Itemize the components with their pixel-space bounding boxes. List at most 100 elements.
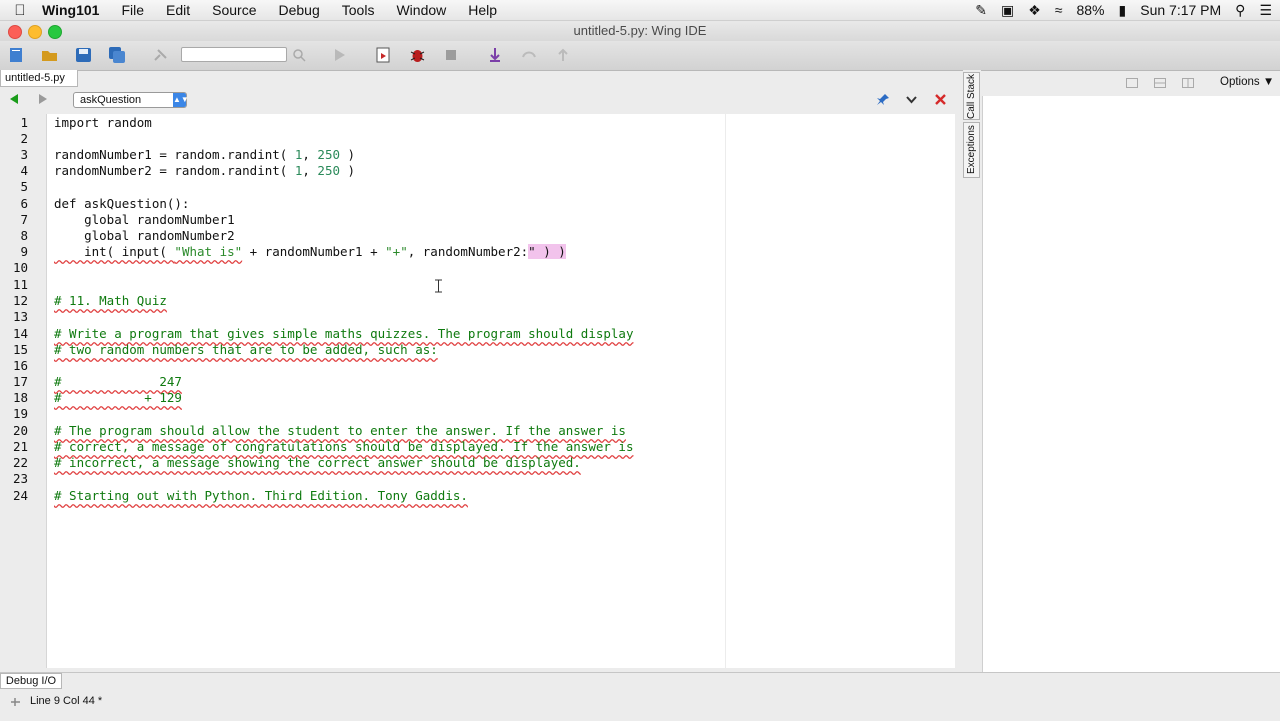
- save-all-icon[interactable]: [109, 47, 126, 63]
- save-icon[interactable]: [75, 47, 92, 63]
- line-number: 15: [12, 342, 28, 357]
- stop-icon[interactable]: [443, 47, 460, 63]
- step-out-icon[interactable]: [555, 47, 572, 63]
- wifi-icon[interactable]: ≈: [1055, 2, 1063, 18]
- code-text: randomNumber2 = random.randint(: [54, 163, 295, 178]
- options-label: Options: [1220, 76, 1260, 88]
- code-line-18[interactable]: # + 129: [54, 390, 182, 405]
- code-line-12[interactable]: # 11. Math Quiz: [54, 293, 167, 308]
- new-file-icon[interactable]: [8, 47, 25, 63]
- menu-source[interactable]: Source: [201, 2, 267, 18]
- step-into-icon[interactable]: [487, 47, 504, 63]
- code-line-22[interactable]: # incorrect, a message showing the corre…: [54, 455, 581, 470]
- line-number: 22: [12, 455, 28, 470]
- code-line-15[interactable]: # two random numbers that are to be adde…: [54, 342, 438, 357]
- line-number: 10: [12, 260, 28, 275]
- spotlight-search-icon[interactable]: ⚲: [1235, 2, 1245, 19]
- menu-edit[interactable]: Edit: [155, 2, 201, 18]
- options-menu[interactable]: Options ▼: [1220, 76, 1274, 88]
- right-margin-guide: [725, 114, 726, 668]
- close-editor-icon[interactable]: [934, 93, 947, 106]
- code-line-24[interactable]: # Starting out with Python. Third Editio…: [54, 488, 468, 503]
- apple-icon[interactable]: : [0, 2, 40, 19]
- pin-icon[interactable]: [877, 93, 890, 106]
- menu-app[interactable]: Wing101: [40, 2, 110, 18]
- back-arrow-icon[interactable]: [8, 93, 20, 105]
- line-number: 14: [12, 326, 28, 341]
- search-input[interactable]: [181, 47, 287, 62]
- selected-text: " ) ): [528, 244, 566, 259]
- menu-file[interactable]: File: [110, 2, 155, 18]
- find-icon[interactable]: [152, 47, 169, 63]
- bottom-panel: [0, 672, 1280, 721]
- tool-panel: [982, 96, 1280, 686]
- code-line-6[interactable]: def askQuestion():: [54, 196, 189, 211]
- code-text: global randomNumber2: [54, 228, 235, 243]
- line-number: 11: [12, 277, 28, 292]
- menu-debug[interactable]: Debug: [268, 2, 331, 18]
- notification-list-icon[interactable]: ☰: [1259, 2, 1272, 19]
- status-line: Line 9 Col 44 *: [30, 695, 103, 707]
- scope-select[interactable]: askQuestion ▲▼: [73, 92, 189, 108]
- line-number: 8: [20, 228, 28, 243]
- minimize-window-button[interactable]: [28, 25, 42, 39]
- tab-exceptions[interactable]: Exceptions: [963, 122, 980, 178]
- camera-icon[interactable]: ▣: [1001, 2, 1014, 19]
- code-line-14[interactable]: # Write a program that gives simple math…: [54, 326, 633, 341]
- code-text: ): [340, 163, 356, 178]
- step-over-icon[interactable]: [521, 47, 538, 63]
- code-line-20[interactable]: # The program should allow the student t…: [54, 423, 626, 438]
- dropbox-icon[interactable]: ❖: [1028, 2, 1041, 19]
- triangle-down-icon: ▼: [1262, 76, 1275, 88]
- line-number: 20: [12, 423, 28, 438]
- code-line-4[interactable]: randomNumber2 = random.randint( 1, 250 ): [54, 163, 355, 178]
- line-number: 12: [12, 293, 28, 308]
- code-text: import random: [54, 115, 152, 130]
- code-line-21[interactable]: # correct, a message of congratulations …: [54, 439, 633, 454]
- tab-debug-io[interactable]: Debug I/O: [0, 673, 62, 689]
- line-number: 7: [20, 212, 28, 227]
- code-text: ,: [302, 147, 318, 162]
- menu-tools[interactable]: Tools: [331, 2, 386, 18]
- window-title: untitled-5.py: Wing IDE: [0, 21, 1280, 41]
- bug-icon[interactable]: [409, 47, 426, 63]
- code-line-17[interactable]: # 247: [54, 374, 182, 389]
- clock[interactable]: Sun 7:17 PM: [1140, 2, 1221, 18]
- close-window-button[interactable]: [8, 25, 22, 39]
- panel-detach-icon[interactable]: [1182, 78, 1194, 88]
- menu-help[interactable]: Help: [457, 2, 508, 18]
- panel-layout-icon[interactable]: [1126, 78, 1138, 88]
- code-text: int( input(: [54, 244, 175, 259]
- string-literal: "+": [385, 244, 408, 259]
- chevron-down-icon[interactable]: [905, 94, 918, 106]
- tab-call-stack[interactable]: Call Stack: [963, 72, 980, 120]
- forward-arrow-icon[interactable]: [37, 93, 49, 105]
- code-text: def askQuestion():: [54, 196, 190, 211]
- code-line-3[interactable]: randomNumber1 = random.randint( 1, 250 ): [54, 147, 355, 162]
- battery-icon[interactable]: ▮: [1119, 2, 1127, 19]
- line-number: 13: [12, 309, 28, 324]
- line-number: 21: [12, 439, 28, 454]
- zoom-window-button[interactable]: [48, 25, 62, 39]
- code-text: + randomNumber1 +: [242, 244, 386, 259]
- code-line-8[interactable]: global randomNumber2: [54, 228, 235, 243]
- debug-file-icon[interactable]: [375, 47, 392, 63]
- code-line-7[interactable]: global randomNumber1: [54, 212, 235, 227]
- search-icon[interactable]: [291, 47, 308, 63]
- line-number: 4: [20, 163, 28, 178]
- line-number: 24: [12, 488, 28, 503]
- code-line-1[interactable]: import random: [54, 115, 152, 130]
- panel-split-icon[interactable]: [1154, 78, 1166, 88]
- pen-icon[interactable]: ✎: [975, 2, 987, 19]
- open-folder-icon[interactable]: [41, 47, 58, 63]
- line-number: 9: [20, 244, 28, 259]
- menu-window[interactable]: Window: [385, 2, 457, 18]
- tab-untitled-5[interactable]: untitled-5.py: [0, 70, 78, 87]
- code-text: ): [340, 147, 356, 162]
- battery-percent[interactable]: 88%: [1076, 2, 1104, 18]
- number-literal: 250: [317, 163, 340, 178]
- code-line-9[interactable]: int( input( "What is" + randomNumber1 + …: [54, 244, 566, 259]
- code-text: randomNumber1 = random.randint(: [54, 147, 295, 162]
- run-icon[interactable]: [331, 47, 348, 63]
- line-number: 19: [12, 406, 28, 421]
